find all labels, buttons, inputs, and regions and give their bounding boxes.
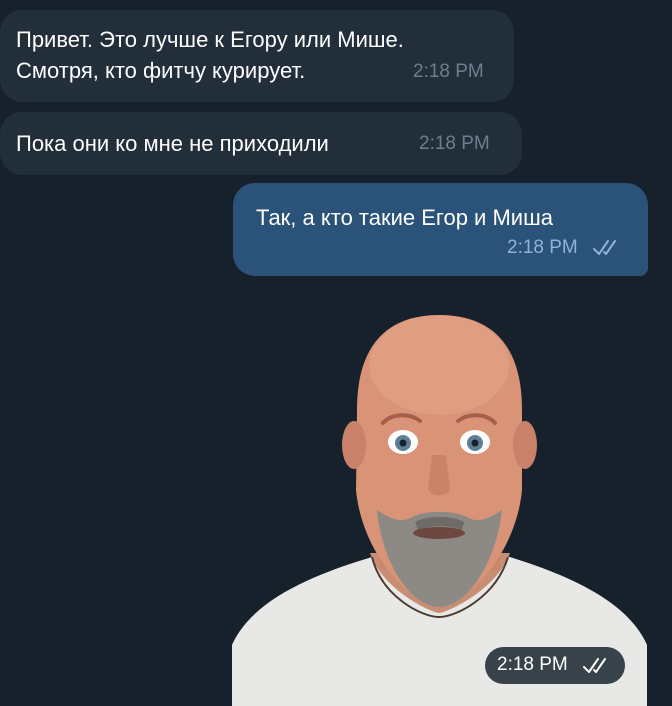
- bald-bearded-man-sticker[interactable]: [232, 295, 647, 706]
- incoming-message[interactable]: Привет. Это лучше к Егору или Мише. Смот…: [0, 10, 514, 102]
- incoming-message[interactable]: Пока они ко мне не приходили 2:18 PM: [0, 112, 522, 175]
- message-time: 2:18 PM: [413, 61, 484, 82]
- message-text-line: Так, а кто такие Егор и Миша: [256, 205, 553, 230]
- sticker-timestamp-pill: 2:18 PM: [485, 647, 625, 684]
- message-time: 2:18 PM: [507, 237, 578, 258]
- message-time: 2:18 PM: [497, 654, 568, 675]
- double-check-icon: [593, 240, 616, 255]
- outgoing-message[interactable]: Так, а кто такие Егор и Миша 2:18 PM: [233, 183, 648, 276]
- double-check-icon: [583, 658, 606, 673]
- message-time: 2:18 PM: [419, 133, 490, 154]
- message-text-line: Привет. Это лучше к Егору или Мише.: [16, 27, 404, 52]
